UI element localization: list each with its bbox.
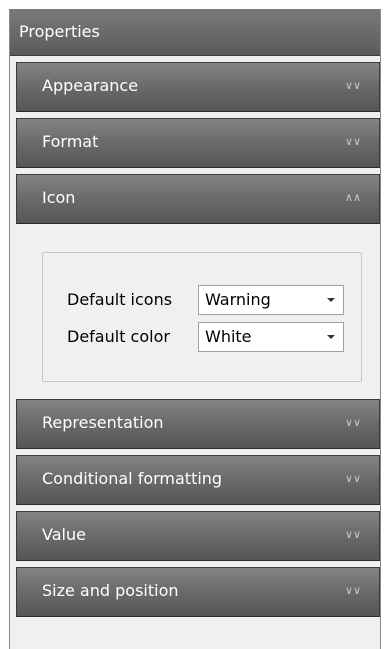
section-format[interactable]: Format ∨∨ xyxy=(16,118,380,168)
section-label: Representation xyxy=(42,413,164,432)
section-label: Format xyxy=(42,132,99,151)
chevron-double-down-icon: ∨∨ xyxy=(344,528,361,541)
chevron-double-down-icon: ∨∨ xyxy=(344,584,361,597)
section-representation[interactable]: Representation ∨∨ xyxy=(16,399,380,449)
section-appearance[interactable]: Appearance ∨∨ xyxy=(16,62,380,112)
section-icon[interactable]: Icon ∧∧ xyxy=(16,174,380,224)
default-icons-value: Warning xyxy=(205,290,271,309)
section-label: Icon xyxy=(42,188,76,207)
section-conditional-formatting[interactable]: Conditional formatting ∨∨ xyxy=(16,455,380,505)
properties-panel: Properties Appearance ∨∨ Format ∨∨ Icon … xyxy=(9,9,381,649)
chevron-double-down-icon: ∨∨ xyxy=(344,472,361,485)
default-color-dropdown[interactable]: White xyxy=(198,322,344,352)
default-icons-row: Default icons Warning xyxy=(43,285,361,315)
section-label: Value xyxy=(42,525,86,544)
default-icons-label: Default icons xyxy=(67,290,173,309)
chevron-double-down-icon: ∨∨ xyxy=(344,79,361,92)
chevron-double-up-icon: ∧∧ xyxy=(344,191,361,204)
panel-title: Properties xyxy=(10,9,380,56)
section-label: Conditional formatting xyxy=(42,469,223,488)
icon-settings-group: Default icons Warning Default color Whit… xyxy=(42,252,362,382)
default-color-row: Default color White xyxy=(43,322,361,352)
chevron-double-down-icon: ∨∨ xyxy=(344,416,361,429)
section-value[interactable]: Value ∨∨ xyxy=(16,511,380,561)
default-color-label: Default color xyxy=(67,327,170,346)
icon-section-content: Default icons Warning Default color Whit… xyxy=(10,224,380,399)
dropdown-arrow-icon xyxy=(327,298,335,302)
section-label: Appearance xyxy=(42,76,139,95)
chevron-double-down-icon: ∨∨ xyxy=(344,135,361,148)
default-color-value: White xyxy=(205,327,252,346)
section-size-and-position[interactable]: Size and position ∨∨ xyxy=(16,567,380,617)
section-label: Size and position xyxy=(42,581,179,600)
default-icons-dropdown[interactable]: Warning xyxy=(198,285,344,315)
dropdown-arrow-icon xyxy=(327,335,335,339)
